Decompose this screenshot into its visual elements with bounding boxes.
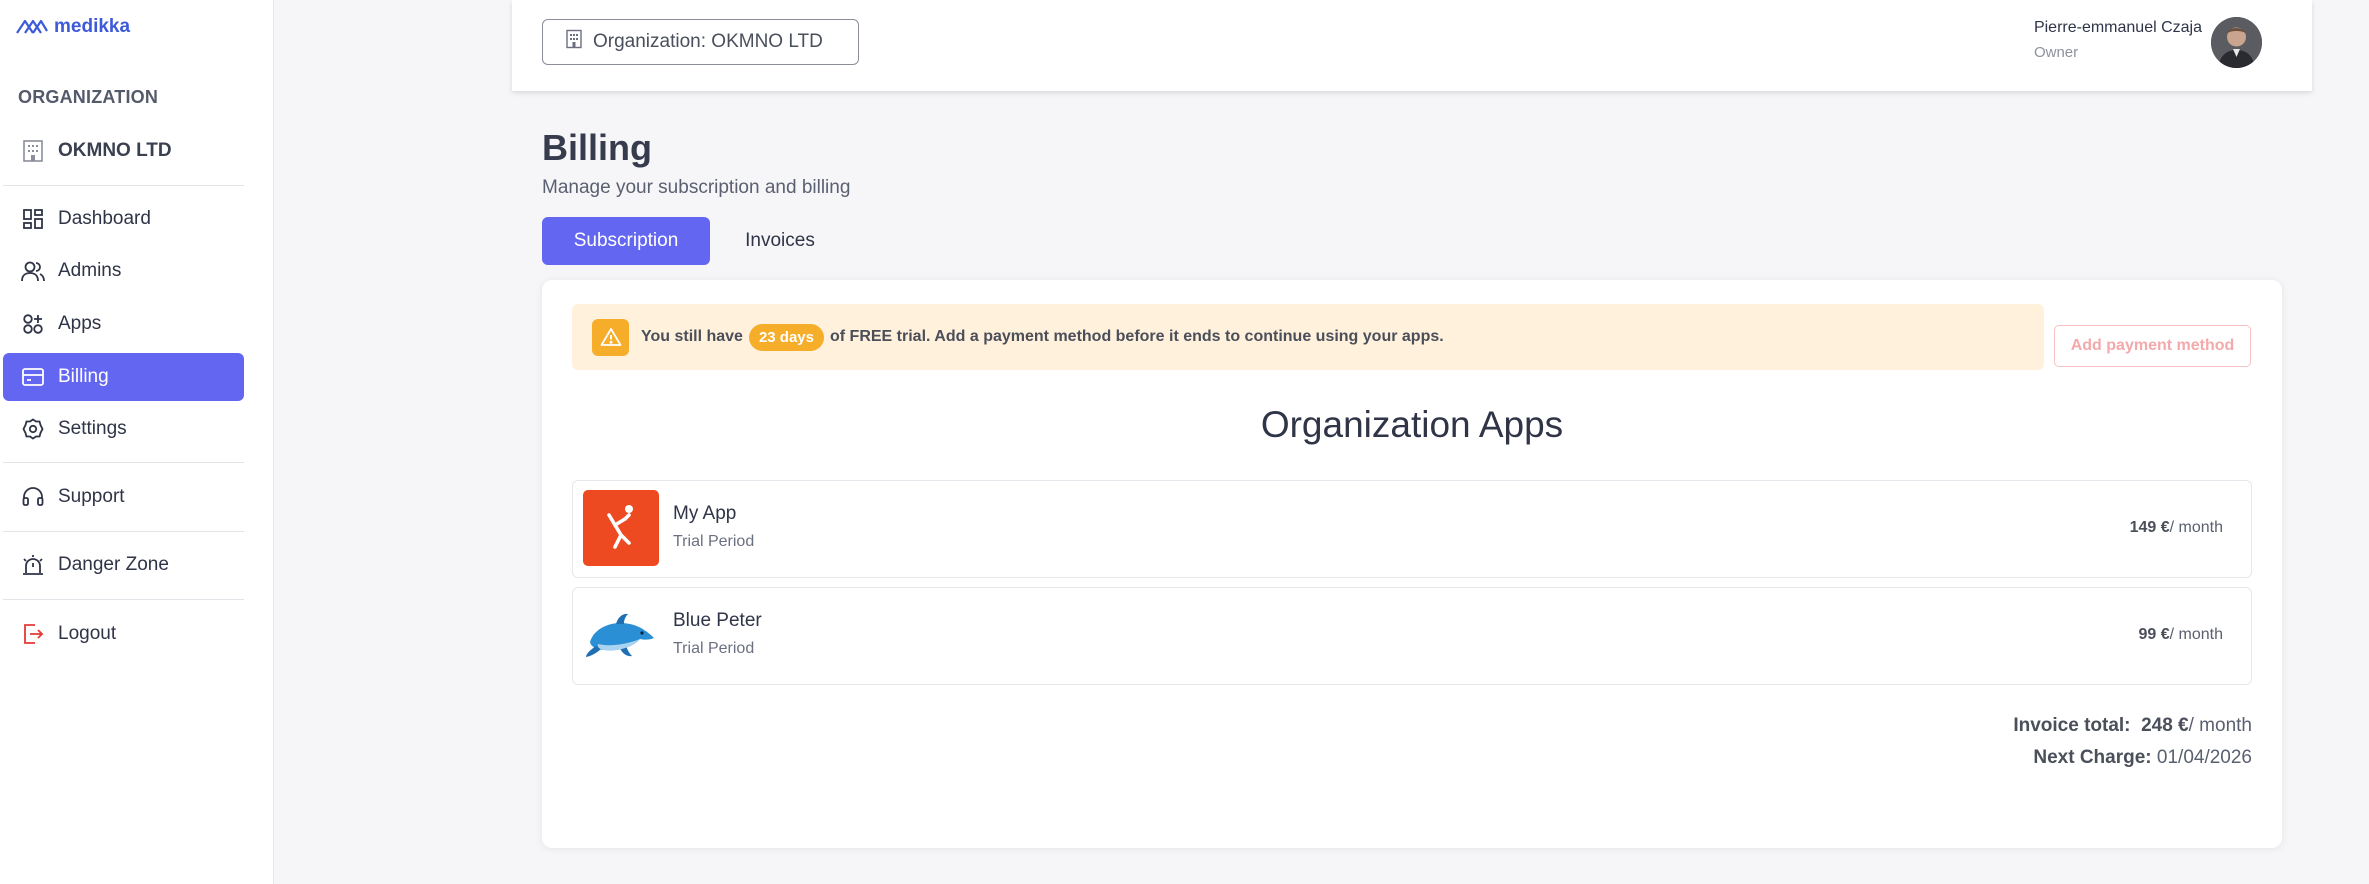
invoice-total: Invoice total: 248 €/ month xyxy=(2013,715,2252,737)
add-payment-method-button[interactable]: Add payment method xyxy=(2054,325,2251,367)
sidebar-item-billing[interactable]: Billing xyxy=(3,353,244,401)
trial-text-suffix: of FREE trial. Add a payment method befo… xyxy=(830,328,1444,345)
organization-button-label: Organization: OKMNO LTD xyxy=(593,31,823,52)
logout-icon xyxy=(20,621,46,647)
grid-icon xyxy=(20,206,46,232)
brand-name: medikka xyxy=(54,16,131,37)
avatar[interactable] xyxy=(2211,17,2262,68)
warning-icon xyxy=(592,318,629,356)
trial-banner: You still have 23 days of FREE trial. Ad… xyxy=(572,304,2044,370)
user-role: Owner xyxy=(2033,44,2079,61)
sidebar-org-name: OKMNO LTD xyxy=(58,140,172,161)
app-row-blue-peter[interactable]: Blue Peter Trial Period 99 €/ month xyxy=(572,587,2252,685)
next-charge-label: Next Charge: xyxy=(2033,747,2152,768)
sidebar-item-label: Apps xyxy=(58,313,102,334)
sidebar-item-support[interactable]: Support xyxy=(3,473,244,521)
sidebar-item-logout[interactable]: Logout xyxy=(3,610,244,658)
trial-text-prefix: You still have xyxy=(641,328,743,345)
organization-heading: ORGANIZATION xyxy=(18,87,159,107)
user-info[interactable]: Pierre-emmanuel Czaja Owner xyxy=(2034,19,2202,61)
app-row-my-app[interactable]: My App Trial Period 149 €/ month xyxy=(572,480,2252,578)
tab-subscription[interactable]: Subscription xyxy=(542,217,710,265)
user-name: Pierre-emmanuel Czaja xyxy=(2033,19,2202,36)
sidebar-divider xyxy=(3,599,244,600)
invoice-total-label: Invoice total: xyxy=(2013,715,2131,736)
building-icon xyxy=(565,29,583,55)
sidebar-divider xyxy=(3,531,244,532)
sidebar-item-label: Admins xyxy=(58,260,122,281)
sidebar: medikka ORGANIZATION OKMNO LTD Dashboard… xyxy=(0,0,274,884)
app-name: Blue Peter xyxy=(673,610,762,631)
app-price: 99 €/ month xyxy=(2139,626,2224,644)
billing-icon xyxy=(20,364,46,390)
next-charge: Next Charge: 01/04/2026 xyxy=(2033,747,2252,769)
invoice-total-period: / month xyxy=(2188,715,2252,736)
top-bar: Organization: OKMNO LTD Pierre-emmanuel … xyxy=(512,0,2312,91)
users-icon xyxy=(20,258,46,284)
volleyball-player-icon xyxy=(583,490,659,566)
sidebar-item-dashboard[interactable]: Dashboard xyxy=(3,195,244,243)
apps-plus-icon xyxy=(20,311,46,337)
sidebar-item-label: Support xyxy=(58,486,125,507)
app-price-period: / month xyxy=(2169,519,2223,536)
sidebar-item-admins[interactable]: Admins xyxy=(3,247,244,295)
building-icon xyxy=(20,138,46,164)
trial-days-badge: 23 days xyxy=(748,323,824,351)
app-price-amount: 149 € xyxy=(2129,519,2170,536)
medikka-logo-icon xyxy=(16,19,48,34)
invoice-total-amount: 248 € xyxy=(2141,715,2189,736)
brand-logo[interactable]: medikka xyxy=(15,16,130,38)
tab-invoices[interactable]: Invoices xyxy=(722,217,838,265)
sidebar-divider xyxy=(3,185,244,186)
alarm-icon xyxy=(20,552,46,578)
subscription-card: You still have 23 days of FREE trial. Ad… xyxy=(542,280,2282,848)
sidebar-item-label: Billing xyxy=(58,366,109,387)
sidebar-item-danger-zone[interactable]: Danger Zone xyxy=(3,541,244,589)
app-name: My App xyxy=(673,503,737,524)
page-subtitle: Manage your subscription and billing xyxy=(542,177,851,198)
sidebar-item-label: Settings xyxy=(58,418,127,439)
app-price-amount: 99 € xyxy=(2138,626,2170,643)
sidebar-item-apps[interactable]: Apps xyxy=(3,300,244,348)
sidebar-item-label: Dashboard xyxy=(58,208,151,229)
sidebar-item-label: Danger Zone xyxy=(58,554,169,575)
headset-icon xyxy=(20,484,46,510)
apps-section-title: Organization Apps xyxy=(1260,404,1564,445)
dolphin-icon xyxy=(583,597,659,673)
next-charge-date: 01/04/2026 xyxy=(2156,747,2252,768)
sidebar-divider xyxy=(3,462,244,463)
page-title: Billing xyxy=(542,127,652,168)
app-status: Trial Period xyxy=(673,533,755,550)
gear-icon xyxy=(20,416,46,442)
app-status: Trial Period xyxy=(673,640,755,657)
app-price: 149 €/ month xyxy=(2130,519,2223,537)
sidebar-item-label: Logout xyxy=(58,623,117,644)
organization-button[interactable]: Organization: OKMNO LTD xyxy=(542,19,859,65)
app-price-period: / month xyxy=(2169,626,2223,643)
sidebar-org-item[interactable]: OKMNO LTD xyxy=(3,127,244,175)
sidebar-item-settings[interactable]: Settings xyxy=(3,405,244,453)
